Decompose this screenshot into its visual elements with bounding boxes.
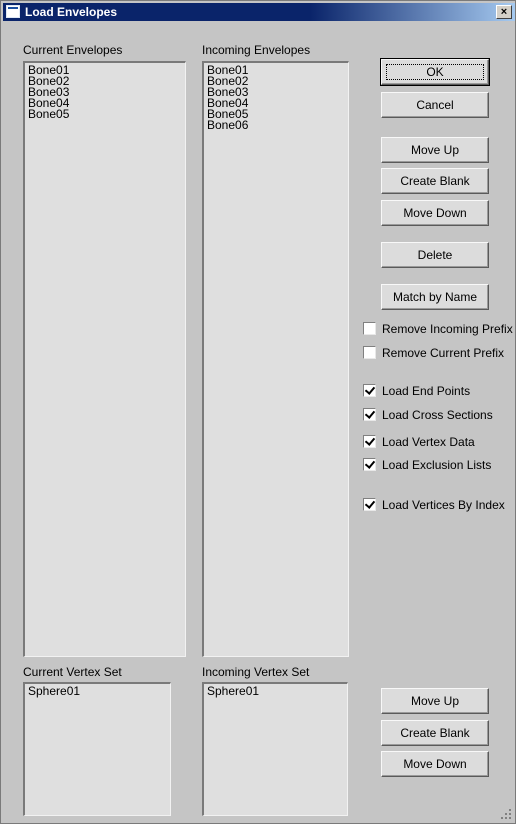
checkbox-box[interactable]	[363, 346, 376, 359]
move-up-button[interactable]: Move Up	[381, 137, 489, 163]
checkbox-box[interactable]	[363, 408, 376, 421]
vertex-set-create-blank-button[interactable]: Create Blank	[381, 720, 489, 746]
create-blank-button[interactable]: Create Blank	[381, 168, 489, 194]
load-envelopes-dialog: Load Envelopes × Current Envelopes Bone0…	[0, 0, 516, 824]
checkbox-box[interactable]	[363, 322, 376, 335]
move-down-button[interactable]: Move Down	[381, 200, 489, 226]
cancel-button[interactable]: Cancel	[381, 92, 489, 118]
title-bar[interactable]: Load Envelopes ×	[3, 3, 515, 21]
incoming-vertex-set-label: Incoming Vertex Set	[202, 665, 310, 679]
vertex-set-move-up-button[interactable]: Move Up	[381, 688, 489, 714]
window-icon	[6, 5, 20, 18]
window-title: Load Envelopes	[25, 5, 118, 19]
current-envelopes-list[interactable]: Bone01 Bone02 Bone03 Bone04 Bone05	[23, 61, 186, 657]
ok-button-label: OK	[386, 64, 484, 80]
vertex-set-move-down-button[interactable]: Move Down	[381, 751, 489, 777]
incoming-envelopes-list[interactable]: Bone01 Bone02 Bone03 Bone04 Bone05 Bone06	[202, 61, 349, 657]
checkbox-label: Load Vertices By Index	[382, 498, 505, 512]
checkbox-box[interactable]	[363, 498, 376, 511]
incoming-envelopes-label: Incoming Envelopes	[202, 43, 311, 57]
current-vertex-set-label: Current Vertex Set	[23, 665, 122, 679]
checkbox-label: Load End Points	[382, 384, 471, 398]
list-item[interactable]: Sphere01	[207, 685, 347, 697]
current-envelopes-label: Current Envelopes	[23, 43, 123, 57]
checkbox-label: Remove Current Prefix	[382, 346, 505, 360]
checkbox-label: Load Exclusion Lists	[382, 458, 492, 472]
checkbox-box[interactable]	[363, 384, 376, 397]
ok-button[interactable]: OK	[380, 58, 490, 86]
match-by-name-button[interactable]: Match by Name	[381, 284, 489, 310]
checkbox-box[interactable]	[363, 458, 376, 471]
checkbox-label: Load Vertex Data	[382, 435, 475, 449]
list-item[interactable]: Bone05	[28, 108, 185, 120]
delete-button[interactable]: Delete	[381, 242, 489, 268]
list-item[interactable]: Sphere01	[28, 685, 170, 697]
close-button[interactable]: ×	[496, 5, 512, 19]
checkbox-label: Load Cross Sections	[382, 408, 493, 422]
checkbox-label: Remove Incoming Prefix	[382, 322, 513, 336]
resize-grip-icon[interactable]	[501, 809, 511, 819]
checkbox-box[interactable]	[363, 435, 376, 448]
incoming-vertex-set-list[interactable]: Sphere01	[202, 682, 348, 816]
list-item[interactable]: Bone06	[207, 119, 348, 131]
current-vertex-set-list[interactable]: Sphere01	[23, 682, 171, 816]
